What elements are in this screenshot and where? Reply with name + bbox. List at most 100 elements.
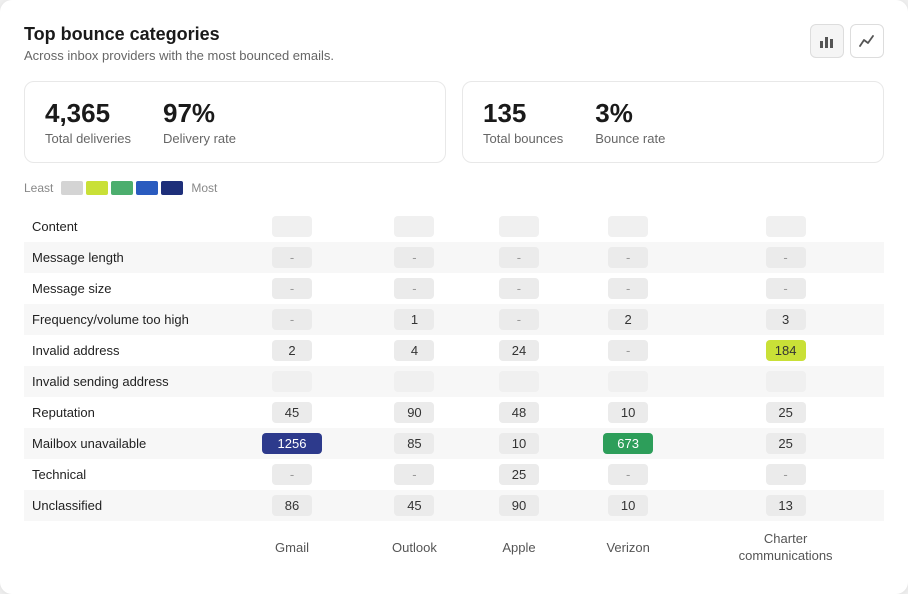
table-cell: 2 (569, 304, 687, 335)
swatch-3 (111, 181, 133, 195)
table-cell (360, 211, 469, 242)
total-bounces-stat: 135 Total bounces (483, 98, 563, 146)
table-cell: - (224, 304, 360, 335)
table-cell: 48 (469, 397, 569, 428)
table-row: Content (24, 211, 884, 242)
table-cell: - (687, 459, 884, 490)
chart-type-toggle (810, 24, 884, 58)
total-deliveries-stat: 4,365 Total deliveries (45, 98, 131, 146)
swatch-1 (61, 181, 83, 195)
bounce-categories-table: Content Message length - - - - - (24, 211, 884, 570)
table-cell: 24 (469, 335, 569, 366)
table-cell: 45 (224, 397, 360, 428)
total-deliveries-value: 4,365 (45, 98, 131, 129)
table-cell: - (569, 273, 687, 304)
row-label: Frequency/volume too high (24, 304, 224, 335)
column-header-charter: Chartercommunications (687, 521, 884, 570)
legend-most-label: Most (191, 181, 217, 195)
table-cell: - (569, 459, 687, 490)
column-header-outlook: Outlook (360, 521, 469, 570)
bounce-rate-label: Bounce rate (595, 131, 665, 146)
table-cell: 1256 (224, 428, 360, 459)
table-cell: - (469, 273, 569, 304)
table-cell: 673 (569, 428, 687, 459)
table-row: Message size - - - - - (24, 273, 884, 304)
table-cell: 10 (569, 397, 687, 428)
table-row: Message length - - - - - (24, 242, 884, 273)
legend-least-label: Least (24, 181, 53, 195)
bounce-rate-stat: 3% Bounce rate (595, 98, 665, 146)
table-cell (687, 211, 884, 242)
row-label: Unclassified (24, 490, 224, 521)
swatch-2 (86, 181, 108, 195)
table-cell: 25 (687, 428, 884, 459)
table-cell: 10 (469, 428, 569, 459)
main-card: Top bounce categories Across inbox provi… (0, 0, 908, 594)
table-cell: 184 (687, 335, 884, 366)
table-cell: 90 (469, 490, 569, 521)
swatch-4 (136, 181, 158, 195)
table-cell: 90 (360, 397, 469, 428)
row-label: Message length (24, 242, 224, 273)
row-label: Invalid address (24, 335, 224, 366)
delivery-rate-stat: 97% Delivery rate (163, 98, 236, 146)
table-cell: 45 (360, 490, 469, 521)
row-label: Technical (24, 459, 224, 490)
table-cell: 25 (469, 459, 569, 490)
table-cell (469, 366, 569, 397)
column-header-apple: Apple (469, 521, 569, 570)
table-cell: 13 (687, 490, 884, 521)
delivery-stats-card: 4,365 Total deliveries 97% Delivery rate (24, 81, 446, 163)
line-chart-icon (859, 33, 875, 49)
table-cell: - (687, 242, 884, 273)
table-cell: 10 (569, 490, 687, 521)
row-label: Content (24, 211, 224, 242)
table-cell (469, 211, 569, 242)
stats-row: 4,365 Total deliveries 97% Delivery rate… (24, 81, 884, 163)
table-row: Frequency/volume too high - 1 - 2 3 (24, 304, 884, 335)
table-cell: - (469, 304, 569, 335)
row-label: Reputation (24, 397, 224, 428)
delivery-rate-label: Delivery rate (163, 131, 236, 146)
page-title: Top bounce categories (24, 24, 334, 45)
total-bounces-label: Total bounces (483, 131, 563, 146)
table-cell (687, 366, 884, 397)
column-header-verizon: Verizon (569, 521, 687, 570)
bar-chart-icon (819, 33, 835, 49)
table-cell: - (224, 459, 360, 490)
table-cell: 85 (360, 428, 469, 459)
total-deliveries-label: Total deliveries (45, 131, 131, 146)
column-header-row: Gmail Outlook Apple Verizon Chartercommu… (24, 521, 884, 570)
table-row: Invalid sending address (24, 366, 884, 397)
table-header-empty (24, 521, 224, 570)
header-text: Top bounce categories Across inbox provi… (24, 24, 334, 63)
column-header-gmail: Gmail (224, 521, 360, 570)
bar-chart-button[interactable] (810, 24, 844, 58)
table-cell (224, 211, 360, 242)
table-cell: - (469, 242, 569, 273)
table-row: Unclassified 86 45 90 10 13 (24, 490, 884, 521)
total-bounces-value: 135 (483, 98, 563, 129)
table-cell: - (360, 242, 469, 273)
row-label: Mailbox unavailable (24, 428, 224, 459)
legend: Least Most (24, 181, 884, 195)
table-row: Invalid address 2 4 24 - 184 (24, 335, 884, 366)
page-subtitle: Across inbox providers with the most bou… (24, 48, 334, 63)
table-cell: - (224, 273, 360, 304)
table-row: Technical - - 25 - - (24, 459, 884, 490)
table-row: Mailbox unavailable 1256 85 10 673 25 (24, 428, 884, 459)
table-cell: - (224, 242, 360, 273)
row-label: Message size (24, 273, 224, 304)
table-cell: 1 (360, 304, 469, 335)
row-label: Invalid sending address (24, 366, 224, 397)
legend-swatches (61, 181, 183, 195)
table-cell: - (569, 242, 687, 273)
bounce-stats-card: 135 Total bounces 3% Bounce rate (462, 81, 884, 163)
table-cell: 25 (687, 397, 884, 428)
table-row: Reputation 45 90 48 10 25 (24, 397, 884, 428)
line-chart-button[interactable] (850, 24, 884, 58)
header: Top bounce categories Across inbox provi… (24, 24, 884, 63)
table-cell (360, 366, 469, 397)
table-cell: 4 (360, 335, 469, 366)
table-cell: - (360, 459, 469, 490)
